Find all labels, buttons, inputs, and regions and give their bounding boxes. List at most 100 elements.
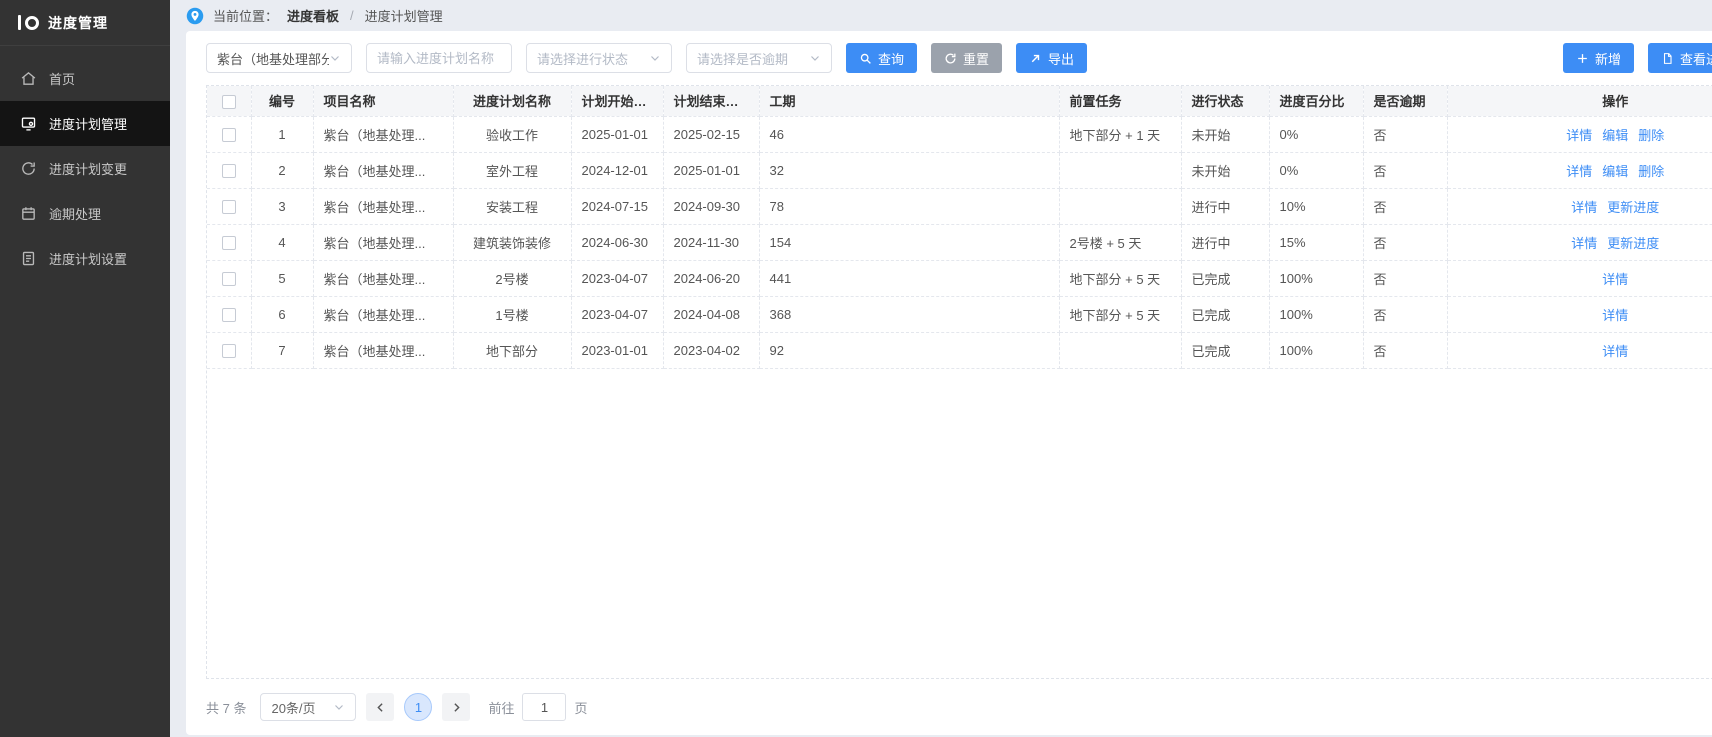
sidebar-item-label: 首页 [49, 69, 75, 88]
next-page-button[interactable] [442, 693, 470, 721]
home-icon [20, 70, 37, 87]
row-checkbox[interactable] [222, 236, 236, 250]
reset-button[interactable]: 重置 [931, 43, 1002, 73]
add-button-label: 新增 [1595, 49, 1621, 68]
page-size-select[interactable]: 20条/页 [260, 693, 356, 721]
cell-duration: 46 [759, 116, 1059, 152]
plan-name-input[interactable] [377, 51, 501, 66]
cell-percent: 100% [1269, 332, 1363, 368]
row-action-link[interactable]: 详情 [1602, 272, 1628, 287]
row-actions: 详情 [1447, 332, 1712, 368]
sidebar-menu: 首页进度计划管理进度计划变更逾期处理进度计划设置 [0, 46, 170, 281]
cell-plan-name: 建筑装饰装修 [453, 224, 571, 260]
cell-end-date: 2024-06-20 [663, 260, 759, 296]
row-checkbox[interactable] [222, 272, 236, 286]
plan-name-input-wrap [366, 43, 512, 73]
cell-status: 进行中 [1181, 224, 1269, 260]
cell-plan-name: 验收工作 [453, 116, 571, 152]
sidebar-item-0[interactable]: 首页 [0, 56, 170, 101]
cell-overdue: 否 [1363, 332, 1447, 368]
sidebar-item-3[interactable]: 逾期处理 [0, 191, 170, 236]
column-header: 进度计划名称 [453, 86, 571, 116]
column-header: 计划结束时间 [663, 86, 759, 116]
cell-predecessor [1059, 188, 1181, 224]
row-action-link[interactable]: 编辑 [1602, 128, 1628, 143]
add-button[interactable]: 新增 [1563, 43, 1634, 73]
row-action-link[interactable]: 详情 [1571, 200, 1597, 215]
cell-project-name: 紫台（地基处理... [313, 332, 453, 368]
view-plan-chart-button[interactable]: 查看进度计划图 [1648, 43, 1712, 73]
cell-status: 未开始 [1181, 152, 1269, 188]
row-action-link[interactable]: 更新进度 [1607, 236, 1659, 251]
cell-project-name: 紫台（地基处理... [313, 224, 453, 260]
cell-start-date: 2024-06-30 [571, 224, 663, 260]
sidebar-item-4[interactable]: 进度计划设置 [0, 236, 170, 281]
prev-page-button[interactable] [366, 693, 394, 721]
row-action-link[interactable]: 详情 [1602, 344, 1628, 359]
cell-predecessor: 地下部分 + 5 天 [1059, 296, 1181, 332]
breadcrumb-label: 当前位置： [213, 6, 278, 25]
sidebar-item-2[interactable]: 进度计划变更 [0, 146, 170, 191]
row-action-link[interactable]: 删除 [1638, 164, 1664, 179]
cell-overdue: 否 [1363, 260, 1447, 296]
refresh-icon [944, 52, 957, 65]
cell-no: 5 [251, 260, 313, 296]
cell-plan-name: 室外工程 [453, 152, 571, 188]
search-button[interactable]: 查询 [846, 43, 917, 73]
project-select[interactable]: 紫台（地基处理部分 [206, 43, 352, 73]
column-header: 工期 [759, 86, 1059, 116]
row-checkbox[interactable] [222, 308, 236, 322]
page-number-1[interactable]: 1 [404, 693, 432, 721]
row-checkbox[interactable] [222, 128, 236, 142]
cell-predecessor: 地下部分 + 5 天 [1059, 260, 1181, 296]
cell-duration: 92 [759, 332, 1059, 368]
row-action-link[interactable]: 详情 [1566, 128, 1592, 143]
cell-percent: 10% [1269, 188, 1363, 224]
cell-project-name: 紫台（地基处理... [313, 188, 453, 224]
cell-overdue: 否 [1363, 116, 1447, 152]
logo-icon [18, 15, 39, 30]
cell-status: 未开始 [1181, 116, 1269, 152]
app-window: 进度管理 首页进度计划管理进度计划变更逾期处理进度计划设置 当前位置：进度看板 … [0, 0, 1712, 737]
row-action-link[interactable]: 详情 [1602, 308, 1628, 323]
cell-end-date: 2024-04-08 [663, 296, 759, 332]
row-action-link[interactable]: 编辑 [1602, 164, 1628, 179]
select-all-checkbox[interactable] [222, 95, 236, 109]
chevron-down-icon [809, 52, 821, 64]
chevron-down-icon [329, 52, 341, 64]
cell-start-date: 2024-07-15 [571, 188, 663, 224]
search-icon [859, 52, 872, 65]
row-action-link[interactable]: 详情 [1571, 236, 1597, 251]
goto-page-input[interactable] [522, 693, 566, 721]
breadcrumb-root[interactable]: 进度看板 [287, 6, 339, 25]
cell-plan-name: 1号楼 [453, 296, 571, 332]
row-action-link[interactable]: 更新进度 [1607, 200, 1659, 215]
export-button[interactable]: 导出 [1016, 43, 1087, 73]
cell-start-date: 2024-12-01 [571, 152, 663, 188]
reset-button-label: 重置 [963, 49, 989, 68]
cell-percent: 0% [1269, 116, 1363, 152]
cell-no: 4 [251, 224, 313, 260]
row-checkbox[interactable] [222, 200, 236, 214]
cell-predecessor: 2号楼 + 5 天 [1059, 224, 1181, 260]
filter-bar: 紫台（地基处理部分 请选择进行状态 请选择是否逾期 查询 [206, 43, 1712, 73]
page-size-value: 20条/页 [271, 698, 315, 717]
row-checkbox[interactable] [222, 164, 236, 178]
cell-duration: 368 [759, 296, 1059, 332]
search-button-label: 查询 [878, 49, 904, 68]
row-checkbox[interactable] [222, 344, 236, 358]
cell-end-date: 2025-02-15 [663, 116, 759, 152]
content-card: 紫台（地基处理部分 请选择进行状态 请选择是否逾期 查询 [186, 31, 1712, 735]
cell-overdue: 否 [1363, 188, 1447, 224]
cell-end-date: 2023-04-02 [663, 332, 759, 368]
pagination-total: 共 7 条 [206, 698, 246, 717]
sidebar-item-1[interactable]: 进度计划管理 [0, 101, 170, 146]
cell-end-date: 2024-11-30 [663, 224, 759, 260]
row-action-link[interactable]: 详情 [1566, 164, 1592, 179]
status-select-placeholder: 请选择进行状态 [537, 49, 628, 68]
overdue-select[interactable]: 请选择是否逾期 [686, 43, 832, 73]
status-select[interactable]: 请选择进行状态 [526, 43, 672, 73]
sidebar-item-label: 进度计划管理 [49, 114, 127, 133]
sidebar-item-label: 进度计划设置 [49, 249, 127, 268]
row-action-link[interactable]: 删除 [1638, 128, 1664, 143]
